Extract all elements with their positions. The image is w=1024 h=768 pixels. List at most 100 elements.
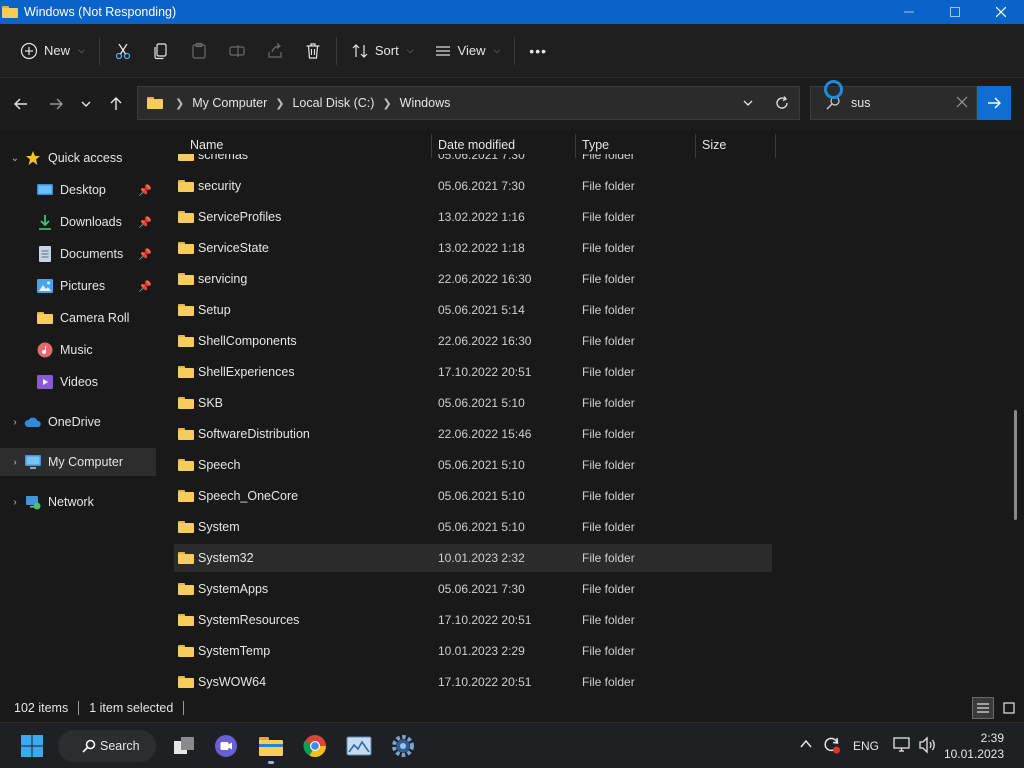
more-options-button[interactable]: ••• xyxy=(519,34,557,68)
sidebar-item-pictures[interactable]: Pictures 📌 xyxy=(0,272,156,300)
sidebar-item-downloads[interactable]: Downloads 📌 xyxy=(0,208,156,236)
file-row[interactable]: Speech 05.06.2021 5:10 File folder xyxy=(174,451,772,479)
file-row[interactable]: ServiceProfiles 13.02.2022 1:16 File folde… xyxy=(174,203,772,231)
minimize-button[interactable] xyxy=(886,0,932,24)
file-name: Speech_OneCore xyxy=(198,489,299,503)
chevron-right-icon[interactable]: › xyxy=(6,457,24,468)
column-header-date[interactable]: Date modified xyxy=(438,130,515,160)
file-row[interactable]: ShellExperiences 17.10.2022 20:51 File fol… xyxy=(174,358,772,386)
file-row[interactable]: SKB 05.06.2021 5:10 File folder xyxy=(174,389,772,417)
file-row[interactable]: Setup 05.06.2021 5:14 File folder xyxy=(174,296,772,324)
sidebar-item-quick-access[interactable]: ⌄ Quick access xyxy=(0,144,156,172)
refresh-button[interactable] xyxy=(765,87,799,119)
breadcrumb-windows[interactable]: Windows xyxy=(400,96,451,110)
language-indicator[interactable]: ENG xyxy=(853,739,879,753)
sidebar-item-music[interactable]: Music xyxy=(0,336,156,364)
recent-locations-button[interactable] xyxy=(74,92,98,116)
volume-icon[interactable] xyxy=(918,736,938,757)
chevron-down-icon[interactable]: ⌄ xyxy=(6,153,24,164)
breadcrumb-local-disk[interactable]: Local Disk (C:) xyxy=(292,96,374,110)
file-name: servicing xyxy=(198,272,248,286)
copy-button[interactable] xyxy=(142,34,180,68)
network-icon xyxy=(24,494,42,510)
column-divider[interactable] xyxy=(431,134,432,158)
file-type: File folder xyxy=(582,210,635,224)
details-view-button[interactable] xyxy=(972,697,994,719)
file-type: File folder xyxy=(582,427,635,441)
file-row[interactable]: SystemApps 05.06.2021 7:30 File folder xyxy=(174,575,772,603)
scrollbar-thumb[interactable] xyxy=(1014,410,1017,520)
maximize-button[interactable] xyxy=(932,0,978,24)
chevron-right-icon[interactable]: › xyxy=(6,497,24,508)
pin-icon[interactable]: 📌 xyxy=(138,184,152,197)
file-row[interactable]: System32 10.01.2023 2:32 File folder xyxy=(174,544,772,572)
breadcrumb-my-computer[interactable]: My Computer xyxy=(192,96,267,110)
sidebar-item-videos[interactable]: Videos xyxy=(0,368,156,396)
sidebar-item-documents[interactable]: Documents 📌 xyxy=(0,240,156,268)
file-explorer-taskbar-button[interactable] xyxy=(255,731,287,761)
back-button[interactable] xyxy=(9,92,33,116)
file-row[interactable]: SystemTemp 10.01.2023 2:29 File folder xyxy=(174,637,772,665)
file-row[interactable]: ServiceState 13.02.2022 1:18 File folder xyxy=(174,234,772,262)
sidebar-item-label: My Computer xyxy=(48,455,124,469)
file-date: 05.06.2021 7:30 xyxy=(438,582,525,596)
column-header-type[interactable]: Type xyxy=(582,130,609,160)
column-divider[interactable] xyxy=(575,134,576,158)
sidebar-item-network[interactable]: › Network xyxy=(0,488,156,516)
sidebar-item-desktop[interactable]: Desktop 📌 xyxy=(0,176,156,204)
photos-app-button[interactable] xyxy=(343,731,375,761)
clear-search-button[interactable] xyxy=(956,96,968,111)
update-status-icon[interactable] xyxy=(822,735,842,758)
paste-button[interactable] xyxy=(180,34,218,68)
teams-chat-button[interactable] xyxy=(210,731,242,761)
file-row[interactable]: SysWOW64 17.10.2022 20:51 File folder xyxy=(174,668,772,694)
network-status-icon[interactable] xyxy=(893,736,913,757)
task-view-button[interactable] xyxy=(168,731,200,761)
cut-button[interactable] xyxy=(104,34,142,68)
file-row[interactable]: System 05.06.2021 5:10 File folder xyxy=(174,513,772,541)
monitor-network-icon xyxy=(893,737,910,752)
chrome-button[interactable] xyxy=(299,731,331,761)
file-row[interactable]: Speech_OneCore 05.06.2021 5:10 File folder xyxy=(174,482,772,510)
column-header-name[interactable]: Name xyxy=(190,130,223,160)
pin-icon[interactable]: 📌 xyxy=(138,248,152,261)
window-title: Windows (Not Responding) xyxy=(24,5,177,19)
column-divider[interactable] xyxy=(775,134,776,158)
column-header-size[interactable]: Size xyxy=(702,130,726,160)
file-row[interactable]: ShellComponents 22.06.2022 16:30 File fold… xyxy=(174,327,772,355)
sidebar-item-camera-roll[interactable]: Camera Roll xyxy=(0,304,156,332)
sidebar-item-my-computer[interactable]: › My Computer xyxy=(0,448,156,476)
sort-button[interactable]: Sort ⌵ xyxy=(341,34,424,68)
start-button[interactable] xyxy=(16,731,48,761)
forward-button[interactable] xyxy=(44,92,68,116)
file-date: 17.10.2022 20:51 xyxy=(438,613,532,627)
settings-button[interactable] xyxy=(387,731,419,761)
new-button[interactable]: New ⌵ xyxy=(10,34,95,68)
file-row[interactable]: SoftwareDistribution 22.06.2022 15:46 File… xyxy=(174,420,772,448)
clipboard-icon xyxy=(192,42,206,59)
file-row[interactable]: SystemResources 17.10.2022 20:51 File fold… xyxy=(174,606,772,634)
file-row[interactable]: servicing 22.06.2022 16:30 File folder xyxy=(174,265,772,293)
sidebar-item-onedrive[interactable]: › OneDrive xyxy=(0,408,156,436)
share-button[interactable] xyxy=(256,34,294,68)
address-bar[interactable]: ❯ My Computer ❯ Local Disk (C:) ❯ Window… xyxy=(137,86,800,120)
close-button[interactable] xyxy=(978,0,1024,24)
column-divider[interactable] xyxy=(695,134,696,158)
rename-button[interactable] xyxy=(218,34,256,68)
show-hidden-icons-button[interactable] xyxy=(798,736,814,755)
view-button[interactable]: View ⌵ xyxy=(424,34,511,68)
file-date: 17.10.2022 20:51 xyxy=(438,365,532,379)
file-row[interactable]: security 05.06.2021 7:30 File folder xyxy=(174,172,772,200)
search-submit-button[interactable] xyxy=(977,86,1011,120)
taskbar-clock[interactable]: 2:39 10.01.2023 xyxy=(944,730,1004,762)
delete-button[interactable] xyxy=(294,34,332,68)
tiles-view-button[interactable] xyxy=(998,697,1020,719)
file-name: ShellExperiences xyxy=(198,365,295,379)
address-dropdown-button[interactable] xyxy=(731,87,765,119)
pin-icon[interactable]: 📌 xyxy=(138,216,152,229)
download-icon xyxy=(36,214,54,230)
pin-icon[interactable]: 📌 xyxy=(138,280,152,293)
taskbar-search-button[interactable]: Search xyxy=(58,730,156,762)
chevron-right-icon[interactable]: › xyxy=(6,417,24,428)
up-button[interactable] xyxy=(104,92,128,116)
